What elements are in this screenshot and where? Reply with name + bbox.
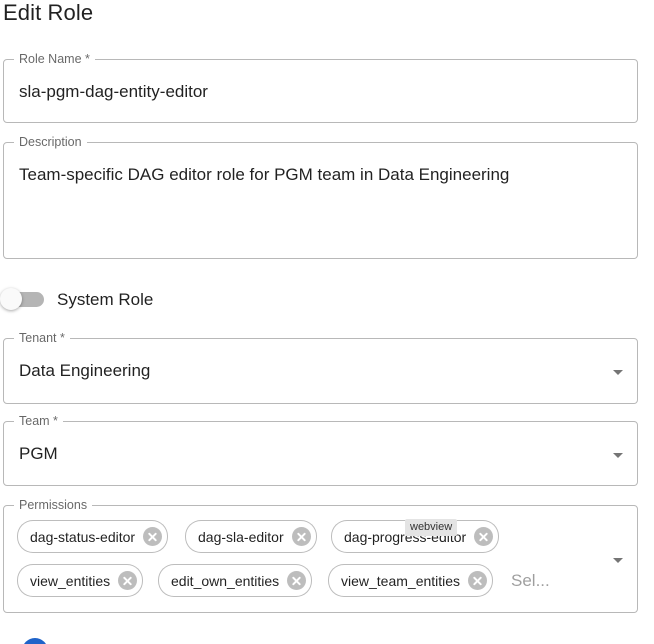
team-select[interactable]: Team * PGM (3, 413, 638, 486)
permission-chip-label: edit_own_entities (171, 572, 280, 589)
page-title: Edit Role (3, 0, 94, 25)
partial-circle-icon[interactable] (22, 638, 48, 644)
permission-chip-label: view_entities (30, 572, 111, 589)
team-value: PGM (19, 444, 58, 463)
role-name-label: Role Name * (14, 51, 95, 67)
permission-chip[interactable]: view_entities (17, 564, 144, 597)
system-role-switch[interactable] (0, 288, 22, 310)
description-field[interactable]: Description Team-specific DAG editor rol… (3, 134, 638, 259)
cancel-circle-icon[interactable] (291, 527, 311, 546)
description-label: Description (14, 134, 87, 150)
tenant-select[interactable]: Tenant * Data Engineering (3, 330, 638, 404)
tooltip: webview (405, 519, 458, 536)
permission-chip[interactable]: edit_own_entities (158, 564, 313, 597)
arrow-drop-down-icon[interactable] (613, 558, 623, 563)
tenant-value: Data Engineering (19, 361, 151, 380)
permission-chip[interactable]: view_team_entities (328, 564, 494, 597)
permissions-select[interactable]: Permissions dag-status-editor dag-sla-ed… (3, 497, 638, 613)
system-role-label: System Role (57, 290, 154, 309)
arrow-drop-down-icon[interactable] (613, 453, 623, 458)
cancel-circle-icon[interactable] (474, 527, 494, 546)
role-name-input[interactable]: sla-pgm-dag-entity-editor (19, 82, 208, 102)
permission-chip[interactable]: dag-sla-editor (185, 520, 317, 553)
arrow-drop-down-icon[interactable] (613, 370, 623, 375)
team-label: Team * (14, 413, 63, 429)
permission-chip[interactable]: dag-status-editor (17, 520, 169, 553)
edit-role-page: Edit Role Role Name * sla-pgm-dag-entity… (0, 0, 654, 644)
permission-chip-label: dag-sla-editor (198, 528, 284, 545)
cancel-circle-icon[interactable] (468, 571, 488, 590)
tenant-label: Tenant * (14, 330, 70, 346)
permission-chip-label: view_team_entities (341, 572, 461, 589)
permissions-label: Permissions (14, 497, 93, 513)
system-role-switch-row: System Role (0, 287, 300, 313)
cancel-circle-icon[interactable] (287, 571, 307, 590)
cancel-circle-icon[interactable] (143, 527, 163, 546)
permissions-search-input[interactable] (511, 570, 591, 592)
role-name-field[interactable]: Role Name * sla-pgm-dag-entity-editor (3, 51, 638, 123)
description-textarea[interactable]: Team-specific DAG editor role for PGM te… (19, 165, 509, 185)
permission-chip-label: dag-status-editor (30, 528, 136, 545)
cancel-circle-icon[interactable] (118, 571, 138, 590)
